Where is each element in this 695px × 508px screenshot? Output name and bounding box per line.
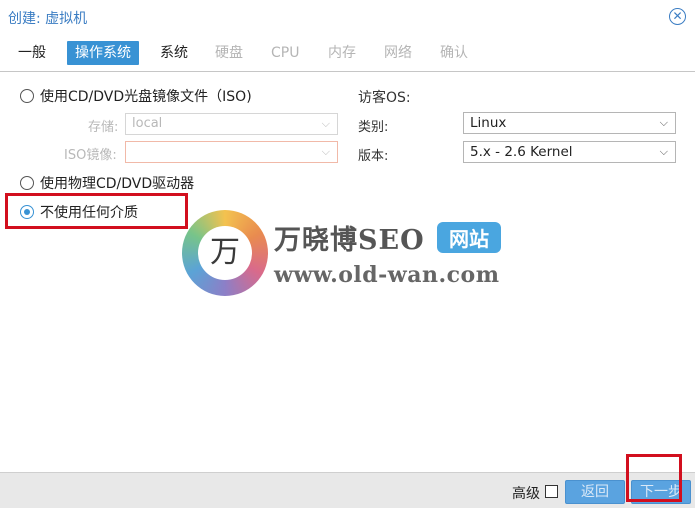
highlight-box-media bbox=[5, 193, 188, 229]
wizard-tabs: 一般 操作系统 系统 硬盘 CPU 内存 网络 确认 bbox=[0, 38, 695, 72]
watermark-name: 万晓博SEO bbox=[274, 225, 425, 256]
watermark-url: www.old-wan.com bbox=[274, 262, 500, 288]
radio-iso-label: 使用CD/DVD光盘镜像文件（ISO) bbox=[40, 89, 252, 105]
os-version-select[interactable]: 5.x - 2.6 Kernel ⌵ bbox=[463, 141, 676, 163]
storage-value: local bbox=[132, 116, 163, 131]
tab-confirm[interactable]: 确认 bbox=[440, 41, 468, 65]
radio-iso-option[interactable]: 使用CD/DVD光盘镜像文件（ISO) bbox=[20, 86, 252, 106]
guest-os-heading: 访客OS: bbox=[358, 90, 411, 106]
chevron-down-icon: ⌵ bbox=[659, 116, 668, 129]
close-icon[interactable]: ✕ bbox=[669, 8, 686, 25]
back-button[interactable]: 返回 bbox=[565, 480, 625, 504]
os-type-label: 类别: bbox=[358, 120, 389, 135]
window-title: 创建: 虚拟机 bbox=[8, 11, 88, 27]
storage-select[interactable]: local ⌵ bbox=[125, 113, 338, 135]
radio-physical-label: 使用物理CD/DVD驱动器 bbox=[40, 176, 195, 192]
tab-disk[interactable]: 硬盘 bbox=[215, 41, 243, 65]
chevron-down-icon: ⌵ bbox=[659, 145, 668, 158]
dialog-footer: 高级 返回 下一步 bbox=[0, 472, 695, 508]
iso-image-select[interactable]: ⌵ bbox=[125, 141, 338, 163]
iso-image-label: ISO镜像: bbox=[64, 148, 117, 163]
os-type-select[interactable]: Linux ⌵ bbox=[463, 112, 676, 134]
tab-general[interactable]: 一般 bbox=[18, 41, 46, 65]
tab-cpu[interactable]: CPU bbox=[271, 41, 299, 65]
advanced-label: 高级 bbox=[512, 486, 540, 502]
highlight-box-next bbox=[626, 454, 682, 502]
radio-iso[interactable] bbox=[20, 89, 34, 103]
tab-memory[interactable]: 内存 bbox=[328, 41, 356, 65]
watermark: 万 万晓博SEO 网站 www.old-wan.com bbox=[182, 210, 522, 300]
watermark-logo: 万 bbox=[182, 210, 268, 296]
window-titlebar: 创建: 虚拟机 ✕ bbox=[0, 0, 695, 34]
os-version-value: 5.x - 2.6 Kernel bbox=[470, 144, 573, 160]
os-type-value: Linux bbox=[470, 115, 507, 131]
tab-network[interactable]: 网络 bbox=[384, 41, 412, 65]
radio-physical[interactable] bbox=[20, 176, 34, 190]
watermark-badge: 网站 bbox=[437, 222, 501, 253]
os-version-label: 版本: bbox=[358, 149, 389, 164]
tab-os[interactable]: 操作系统 bbox=[67, 41, 139, 65]
radio-physical-option[interactable]: 使用物理CD/DVD驱动器 bbox=[20, 173, 194, 193]
watermark-logo-char: 万 bbox=[198, 226, 252, 280]
storage-label: 存储: bbox=[88, 120, 119, 135]
advanced-checkbox[interactable] bbox=[545, 485, 558, 498]
tab-system[interactable]: 系统 bbox=[160, 41, 188, 65]
chevron-down-icon: ⌵ bbox=[321, 117, 330, 130]
chevron-down-icon: ⌵ bbox=[321, 145, 330, 158]
